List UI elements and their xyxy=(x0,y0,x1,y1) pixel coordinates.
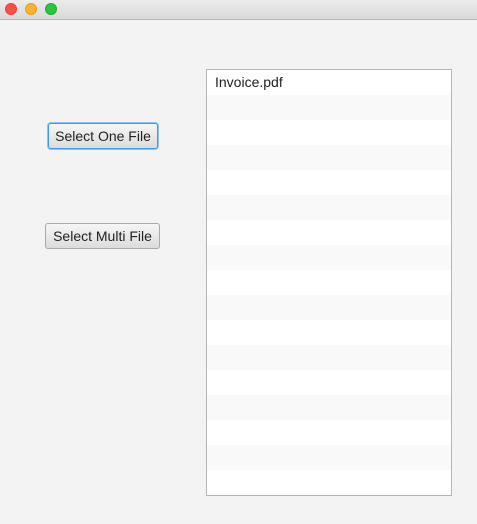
empty-list-row xyxy=(207,345,451,370)
select-one-file-button[interactable]: Select One File xyxy=(48,123,158,149)
window-titlebar[interactable] xyxy=(0,0,477,20)
maximize-window-button[interactable] xyxy=(45,3,57,15)
empty-list-row xyxy=(207,120,451,145)
empty-list-row xyxy=(207,270,451,295)
empty-list-row xyxy=(207,245,451,270)
file-list-view[interactable]: Invoice.pdf xyxy=(206,69,452,496)
empty-list-row xyxy=(207,95,451,120)
empty-list-row xyxy=(207,170,451,195)
select-multi-file-button[interactable]: Select Multi File xyxy=(45,223,160,249)
empty-list-row xyxy=(207,470,451,495)
empty-list-row xyxy=(207,220,451,245)
empty-list-row xyxy=(207,395,451,420)
empty-list-row xyxy=(207,445,451,470)
empty-list-row xyxy=(207,495,451,496)
list-item[interactable]: Invoice.pdf xyxy=(207,70,451,95)
empty-list-row xyxy=(207,145,451,170)
empty-list-row xyxy=(207,370,451,395)
empty-list-row xyxy=(207,320,451,345)
empty-list-row xyxy=(207,195,451,220)
minimize-window-button[interactable] xyxy=(25,3,37,15)
close-window-button[interactable] xyxy=(5,3,17,15)
empty-list-row xyxy=(207,420,451,445)
empty-list-row xyxy=(207,295,451,320)
